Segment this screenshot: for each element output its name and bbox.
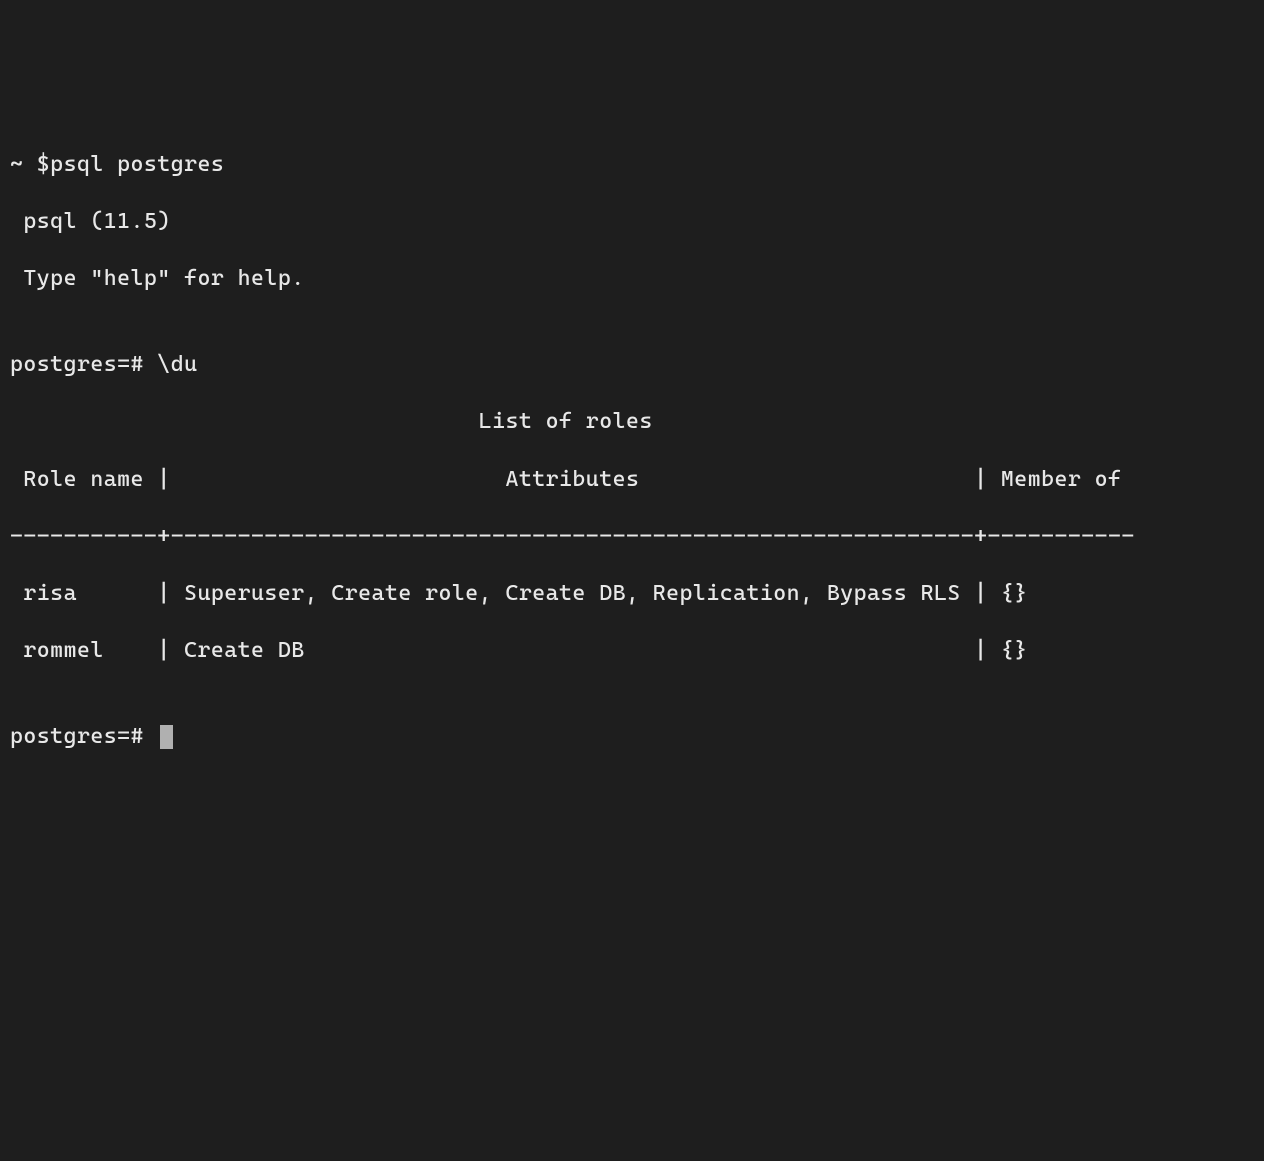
shell-prompt: ~ $ <box>10 152 50 177</box>
psql-command-line: postgres=# \du <box>10 351 1254 380</box>
table-row: risa | Superuser, Create role, Create DB… <box>10 580 1254 609</box>
table-divider: -----------+----------------------------… <box>10 523 1254 552</box>
terminal-window[interactable]: ~ $psql postgres psql (11.5) Type "help"… <box>10 122 1254 1018</box>
psql-prompt-line[interactable]: postgres=# <box>10 723 1254 752</box>
psql-command: \du <box>157 352 197 377</box>
cursor-block <box>160 725 173 749</box>
shell-line: ~ $psql postgres <box>10 151 1254 180</box>
psql-prompt: postgres=# <box>10 352 157 377</box>
table-header: Role name | Attributes | Member of <box>10 466 1254 495</box>
psql-prompt: postgres=# <box>10 724 157 749</box>
table-title: List of roles <box>10 408 1254 437</box>
shell-command: psql postgres <box>50 152 224 177</box>
psql-version-line: psql (11.5) <box>10 208 1254 237</box>
psql-help-line: Type "help" for help. <box>10 265 1254 294</box>
table-row: rommel | Create DB | {} <box>10 637 1254 666</box>
